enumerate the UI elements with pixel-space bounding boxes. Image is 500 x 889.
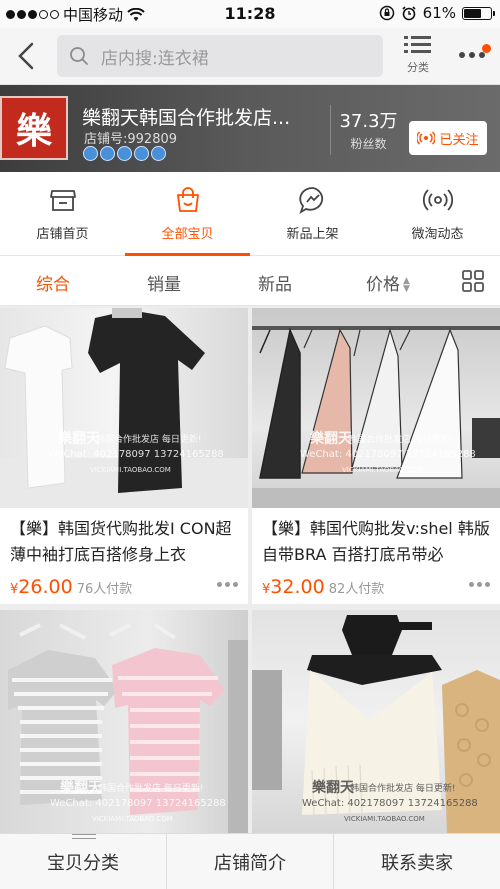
product-card[interactable]: 樂翻天 韩国合作批发店 每日更新! WeChat: 402178097 1372… [0, 610, 248, 833]
watermark-url: VICKIAMI.TAOBAO.COM [342, 466, 423, 474]
store-icon [49, 190, 76, 211]
sort-bar: 综合 销量 新品 价格 ▲ ▼ [0, 256, 500, 306]
category-button[interactable]: 分类 [400, 34, 436, 80]
watermark-tag: 韩国合作批发店 每日更新! [350, 784, 456, 794]
battery-percent: 61% [422, 4, 456, 22]
follow-button[interactable]: 已关注 [409, 121, 487, 155]
shop-id: 店铺号:992809 [84, 132, 178, 147]
tab-shop-home[interactable]: 店铺首页 [0, 172, 125, 255]
more-options-icon[interactable] [469, 582, 490, 587]
product-sales: 76人付款 [76, 582, 133, 597]
watermark-tag: 韩国合作批发店 每日更新! [98, 784, 204, 794]
tab-label: 新品上架 [286, 227, 339, 242]
grid-view-icon[interactable] [462, 270, 484, 292]
tab-label: 全部宝贝 [161, 227, 214, 242]
nav-bar: 店内搜:连衣裙 分类 [0, 28, 500, 85]
chat-bubble-icon [298, 187, 323, 215]
status-bar: 中国移动 11:28 61% [0, 0, 500, 28]
clothing-photo [0, 308, 248, 508]
fans-block: 37.3万 粉丝数 [330, 105, 406, 155]
contact-seller-button[interactable]: 联系卖家 [334, 834, 500, 889]
product-meta: ¥32.00 82人付款 [252, 570, 500, 602]
broadcast-icon [422, 189, 453, 211]
sort-comprehensive[interactable]: 综合 [36, 270, 70, 295]
bottom-bar: 宝贝分类 店铺简介 联系卖家 [0, 833, 500, 889]
product-title: 【樂】韩国代购批发v:shel 韩版 自带BRA 百搭打底吊带必 [262, 519, 490, 564]
product-title: 【樂】韩国货代购批发I CON超薄中袖打底百搭修身上衣 [10, 519, 232, 564]
item-categories-label: 宝贝分类 [47, 852, 119, 874]
clothing-photo [252, 326, 500, 508]
sort-price[interactable]: 价格 ▲ ▼ [366, 270, 410, 295]
crown-icon [117, 146, 132, 161]
contact-seller-label: 联系卖家 [381, 852, 453, 874]
product-image: 樂翻天 韩国合作批发店 每日更新! WeChat: 402178097 1372… [0, 308, 248, 508]
alarm-icon [402, 6, 416, 21]
crown-icon [83, 146, 98, 161]
product-image: 樂翻天 韩国合作批发店 每日更新! WeChat: 402178097 1372… [252, 610, 500, 833]
crown-icon [151, 146, 166, 161]
watermark-tag: 韩国合作批发店 每日更新! [348, 435, 454, 445]
watermark-url: VICKIAMI.TAOBAO.COM [90, 466, 171, 474]
menu-icon [72, 834, 96, 839]
watermark-url: VICKIAMI.TAOBAO.COM [344, 815, 425, 823]
shop-tabs: 店铺首页 全部宝贝 新品上架 微淘动态 [0, 172, 500, 256]
shop-logo-char: 樂 [15, 110, 52, 152]
search-input[interactable]: 店内搜:连衣裙 [57, 35, 383, 77]
shop-name: 樂翻天韩国合作批发店... [82, 107, 291, 129]
sort-price-label: 价格 [366, 275, 400, 295]
more-options-icon[interactable] [217, 582, 238, 587]
sort-new[interactable]: 新品 [258, 270, 292, 295]
product-price: 26.00 [18, 576, 73, 598]
back-button[interactable] [12, 40, 42, 72]
tab-label: 微淘动态 [411, 227, 464, 242]
product-meta: ¥26.00 76人付款 [0, 570, 248, 602]
shop-intro-label: 店铺简介 [214, 852, 286, 874]
product-image: 樂翻天 韩国合作批发店 每日更新! WeChat: 402178097 1372… [252, 308, 500, 508]
battery-icon [462, 6, 495, 20]
product-card[interactable]: 樂翻天 韩国合作批发店 每日更新! WeChat: 402178097 1372… [0, 308, 248, 604]
shop-rating [83, 146, 166, 161]
watermark-brand: 樂翻天 [60, 780, 102, 796]
product-image: 樂翻天 韩国合作批发店 每日更新! WeChat: 402178097 1372… [0, 610, 248, 833]
tab-weitao-feed[interactable]: 微淘动态 [375, 172, 500, 255]
tab-new-arrivals[interactable]: 新品上架 [250, 172, 375, 255]
fans-count: 37.3万 [339, 111, 398, 132]
shop-logo[interactable]: 樂 [0, 96, 68, 160]
shop-intro-button[interactable]: 店铺简介 [167, 834, 334, 889]
sort-arrows-icon: ▲ ▼ [403, 276, 410, 294]
broadcast-icon [417, 131, 436, 145]
watermark-wechat: WeChat: 402178097 13724165288 [302, 798, 478, 809]
fans-label: 粉丝数 [350, 137, 387, 151]
tab-label: 店铺首页 [36, 227, 89, 242]
watermark-wechat: WeChat: 402178097 13724165288 [48, 449, 224, 460]
notification-badge [482, 44, 491, 53]
tab-all-items[interactable]: 全部宝贝 [125, 172, 250, 256]
watermark-brand: 樂翻天 [310, 431, 352, 447]
watermark-wechat: WeChat: 402178097 13724165288 [50, 798, 226, 809]
crown-icon [134, 146, 149, 161]
follow-label: 已关注 [439, 132, 479, 148]
sort-sales[interactable]: 销量 [147, 270, 181, 295]
product-card[interactable]: 樂翻天 韩国合作批发店 每日更新! WeChat: 402178097 1372… [252, 308, 500, 604]
chevron-left-icon [18, 42, 34, 70]
item-categories-button[interactable]: 宝贝分类 [0, 834, 167, 889]
rotation-lock-icon [379, 5, 394, 21]
product-price: 32.00 [270, 576, 325, 598]
crown-icon [100, 146, 115, 161]
watermark-tag: 韩国合作批发店 每日更新! [96, 435, 202, 445]
more-button[interactable] [455, 44, 495, 70]
product-card[interactable]: 樂翻天 韩国合作批发店 每日更新! WeChat: 402178097 1372… [252, 610, 500, 833]
list-icon [404, 36, 431, 53]
category-label: 分类 [407, 61, 429, 74]
bag-icon [176, 187, 199, 212]
product-sales: 82人付款 [328, 582, 385, 597]
watermark-brand: 樂翻天 [312, 780, 354, 796]
status-right: 61% [379, 4, 495, 22]
watermark-brand: 樂翻天 [58, 431, 100, 447]
search-icon [70, 47, 88, 65]
watermark-url: VICKIAMI.TAOBAO.COM [92, 815, 173, 823]
watermark-wechat: WeChat: 402178097 13724165288 [300, 449, 476, 460]
search-placeholder: 店内搜:连衣裙 [101, 48, 209, 69]
more-dots-icon [459, 52, 485, 58]
